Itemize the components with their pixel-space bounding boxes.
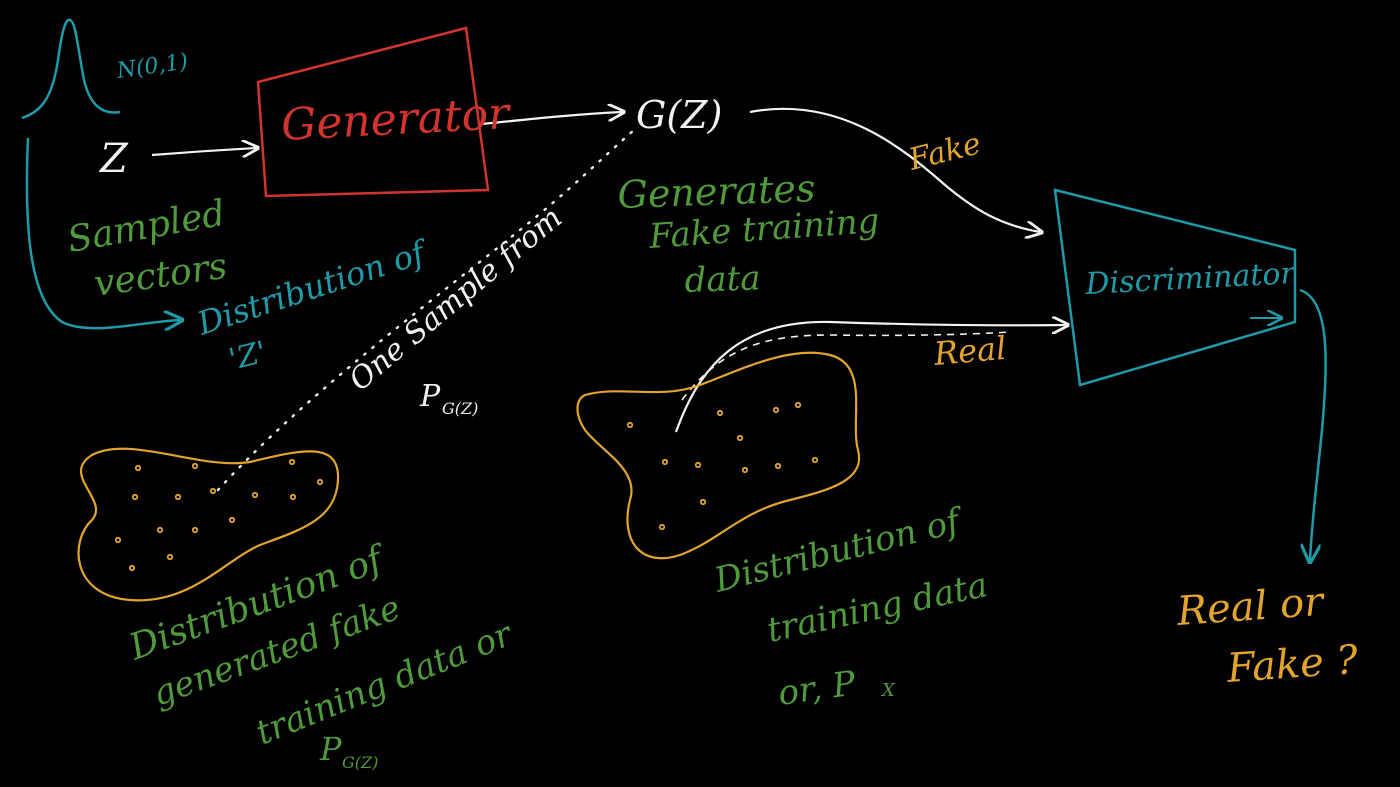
- real-arrow: [674, 322, 1066, 433]
- gaussian-curve: [21, 18, 121, 120]
- output-line2: Fake ?: [1224, 637, 1359, 692]
- training-samples: [626, 401, 819, 531]
- generator-label: Generator: [280, 88, 513, 151]
- distribution-z-line2: 'Z': [225, 335, 270, 378]
- dist-generated-p: P: [319, 730, 342, 768]
- fake-arrow-label: Fake: [904, 126, 984, 178]
- output-arrow: [1299, 288, 1327, 560]
- generated-samples: [114, 458, 324, 572]
- dist-generated-sub: G(Z): [342, 753, 378, 772]
- dist-training-sub: X: [880, 680, 896, 701]
- one-sample-sub: G(Z): [442, 399, 478, 418]
- z-to-generator-arrow: [151, 148, 256, 155]
- generates-fake-line3: data: [684, 258, 761, 301]
- training-distribution-blob: [576, 351, 861, 560]
- dist-training-line3: or, P: [776, 663, 859, 714]
- output-line1: Real or: [1174, 579, 1327, 635]
- discriminator-label: Discriminator: [1084, 256, 1298, 302]
- one-sample-p: P: [419, 379, 441, 414]
- gz-label: G(Z): [636, 93, 722, 137]
- z-input-label: Z: [98, 136, 129, 182]
- one-sample-label: One Sample from: [343, 200, 569, 398]
- sampled-vectors-line2: vectors: [92, 246, 230, 305]
- gaussian-label: N(0,1): [114, 49, 189, 84]
- gan-diagram: N(0,1) Z Generator G(Z) Fake Real Discri…: [0, 0, 1400, 787]
- real-arrow-label: Real: [931, 329, 1007, 373]
- diagram-svg: N(0,1) Z Generator G(Z) Fake Real Discri…: [21, 18, 1360, 772]
